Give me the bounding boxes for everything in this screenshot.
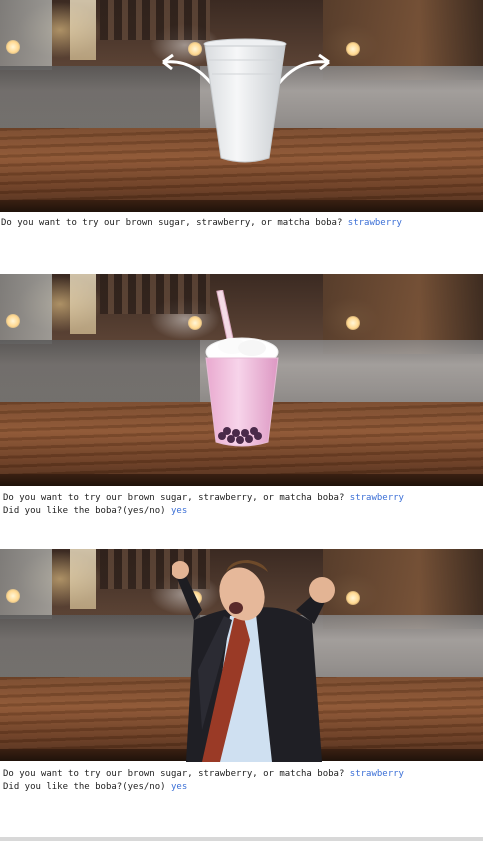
console-line: Do you want to try our brown sugar, stra… bbox=[3, 492, 483, 505]
prompt-text: Did you like the boba?(yes/no) bbox=[3, 782, 171, 792]
console-line: Do you want to try our brown sugar, stra… bbox=[3, 768, 483, 781]
prompt-text: Do you want to try our brown sugar, stra… bbox=[3, 769, 350, 779]
answer-text: strawberry bbox=[347, 218, 402, 228]
lamp-icon bbox=[346, 591, 360, 605]
cafe-wall bbox=[0, 549, 52, 619]
cafe-counter-shadow bbox=[0, 340, 200, 402]
lamp-icon bbox=[6, 314, 20, 328]
console-line: Do you want to try our brown sugar, stra… bbox=[1, 217, 483, 230]
cafe-wall bbox=[0, 0, 52, 70]
lamp-icon bbox=[346, 316, 360, 330]
cafe-wall bbox=[0, 274, 52, 344]
console-output-3: Do you want to try our brown sugar, stra… bbox=[3, 768, 483, 794]
console-output-2: Do you want to try our brown sugar, stra… bbox=[3, 492, 483, 518]
strawberry-boba-icon bbox=[205, 290, 279, 447]
cafe-shelf bbox=[100, 0, 210, 40]
empty-cup-icon bbox=[203, 38, 287, 163]
answer-text: strawberry bbox=[349, 493, 404, 503]
cafe-window bbox=[70, 274, 96, 334]
bottom-scrollbar[interactable] bbox=[0, 837, 483, 841]
answer-text: yes bbox=[170, 782, 188, 792]
console-line: Did you like the boba?(yes/no) yes bbox=[3, 505, 483, 518]
cafe-window bbox=[70, 0, 96, 60]
celebrating-person-icon bbox=[172, 560, 335, 762]
prompt-text: Do you want to try our brown sugar, stra… bbox=[1, 218, 348, 228]
lamp-icon bbox=[188, 316, 202, 330]
lamp-icon bbox=[6, 589, 20, 603]
cafe-shelf bbox=[100, 274, 210, 314]
prompt-text: Did you like the boba?(yes/no) bbox=[3, 506, 171, 516]
cafe-window bbox=[70, 549, 96, 609]
console-output-1: Do you want to try our brown sugar, stra… bbox=[1, 217, 483, 230]
prompt-text: Do you want to try our brown sugar, stra… bbox=[3, 493, 350, 503]
lamp-icon bbox=[6, 40, 20, 54]
cafe-counter-shadow bbox=[0, 615, 200, 677]
console-line: Did you like the boba?(yes/no) yes bbox=[3, 781, 483, 794]
lamp-icon bbox=[346, 42, 360, 56]
answer-text: strawberry bbox=[349, 769, 404, 779]
answer-text: yes bbox=[170, 506, 188, 516]
